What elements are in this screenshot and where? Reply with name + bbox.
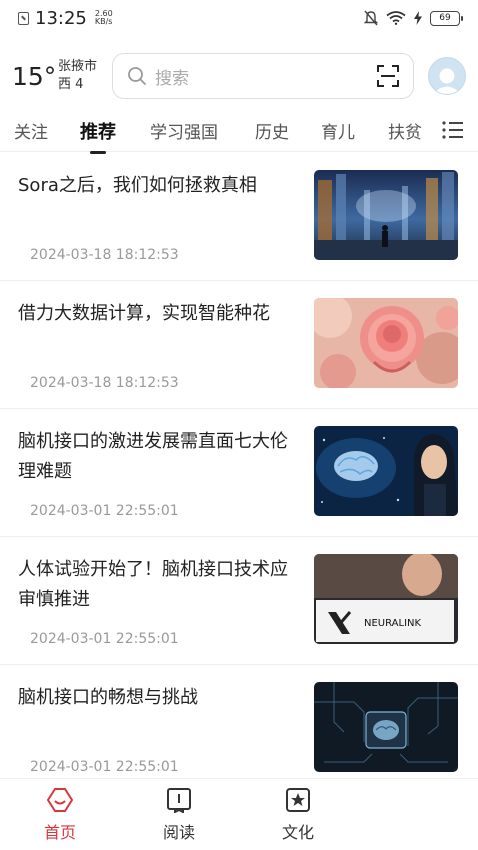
book-icon	[167, 788, 191, 813]
news-time: 2024-03-18 18:12:53	[30, 375, 179, 391]
news-item[interactable]: 人体试验开始了！脑机接口技术应审慎推进 2024-03-01 22:55:01 …	[0, 537, 478, 665]
news-title: 脑机接口的畅想与挑战	[18, 687, 198, 708]
pink-rose-thumbnail	[314, 298, 458, 388]
status-time: 13:25	[35, 7, 87, 29]
charging-icon	[414, 11, 422, 25]
weather-temperature[interactable]: 15°	[12, 62, 58, 91]
circuit-brain-thumbnail	[314, 682, 458, 772]
city-figure-thumbnail	[314, 170, 458, 260]
avatar[interactable]	[428, 57, 466, 95]
nav-culture-label: 文化	[281, 823, 314, 842]
bottom-tab-bar: 首页 阅读 文化	[0, 778, 478, 850]
scan-icon[interactable]	[377, 65, 399, 87]
news-title: 人体试验开始了！脑机接口技术应审慎推进	[18, 559, 288, 610]
news-time: 2024-03-18 18:12:53	[30, 247, 179, 263]
news-time: 2024-03-01 22:55:01	[30, 503, 179, 519]
nav-home[interactable]: 首页	[30, 787, 90, 843]
nav-home-label: 首页	[43, 823, 76, 842]
wifi-icon	[386, 11, 406, 25]
tab-recommend[interactable]: 推荐	[80, 118, 116, 154]
news-item[interactable]: Sora之后，我们如何拯救真相 2024-03-18 18:12:53	[0, 153, 478, 281]
battery-indicator: 69	[430, 10, 463, 26]
news-title: 脑机接口的激进发展需直面七大伦理难题	[18, 431, 288, 482]
news-item[interactable]: 脑机接口的畅想与挑战 2024-03-01 22:55:01	[0, 665, 478, 793]
mute-icon	[364, 10, 378, 26]
notification-icon	[18, 11, 29, 25]
nav-culture[interactable]: 文化	[268, 787, 328, 843]
news-item[interactable]: 脑机接口的激进发展需直面七大伦理难题 2024-03-01 22:55:01	[0, 409, 478, 537]
search-bar[interactable]: 搜索	[112, 53, 414, 99]
news-time: 2024-03-01 22:55:01	[30, 631, 179, 647]
svg-text:NEURALINK: NEURALINK	[364, 618, 422, 629]
news-title: 借力大数据计算，实现智能种花	[18, 303, 270, 324]
tab-follow[interactable]: 关注	[14, 118, 48, 143]
wind-info: 西 4	[58, 77, 84, 92]
tab-poverty[interactable]: 扶贫	[388, 118, 422, 143]
news-title: Sora之后，我们如何拯救真相	[18, 175, 257, 196]
network-speed: 2.60 KB/s	[94, 9, 113, 26]
city-name: 张掖市	[58, 59, 98, 74]
brain-woman-thumbnail	[314, 426, 458, 516]
user-icon	[433, 68, 461, 94]
tab-history[interactable]: 历史	[255, 118, 289, 143]
status-bar: 13:25 2.60 KB/s 69	[0, 0, 478, 36]
tab-xuexi[interactable]: 学习强国	[150, 118, 218, 143]
search-placeholder: 搜索	[155, 68, 189, 89]
news-item[interactable]: 借力大数据计算，实现智能种花 2024-03-18 18:12:53	[0, 281, 478, 409]
search-icon	[128, 67, 146, 85]
news-feed: Sora之后，我们如何拯救真相 2024-03-18 18:12:53 借力大数…	[0, 153, 478, 793]
header: 15° 张掖市 西 4 搜索	[0, 48, 478, 104]
tab-parenting[interactable]: 育儿	[321, 118, 355, 143]
weather-location[interactable]: 张掖市 西 4	[58, 58, 106, 94]
neuralink-thumbnail: NEURALINK	[314, 554, 458, 644]
home-icon	[47, 788, 73, 812]
news-time: 2024-03-01 22:55:01	[30, 759, 179, 775]
category-tabs: 关注 推荐 学习强国 历史 育儿 扶贫	[0, 110, 478, 154]
nav-read-label: 阅读	[162, 823, 195, 842]
menu-icon[interactable]	[442, 120, 464, 140]
nav-read[interactable]: 阅读	[149, 787, 209, 843]
star-icon	[286, 788, 310, 812]
